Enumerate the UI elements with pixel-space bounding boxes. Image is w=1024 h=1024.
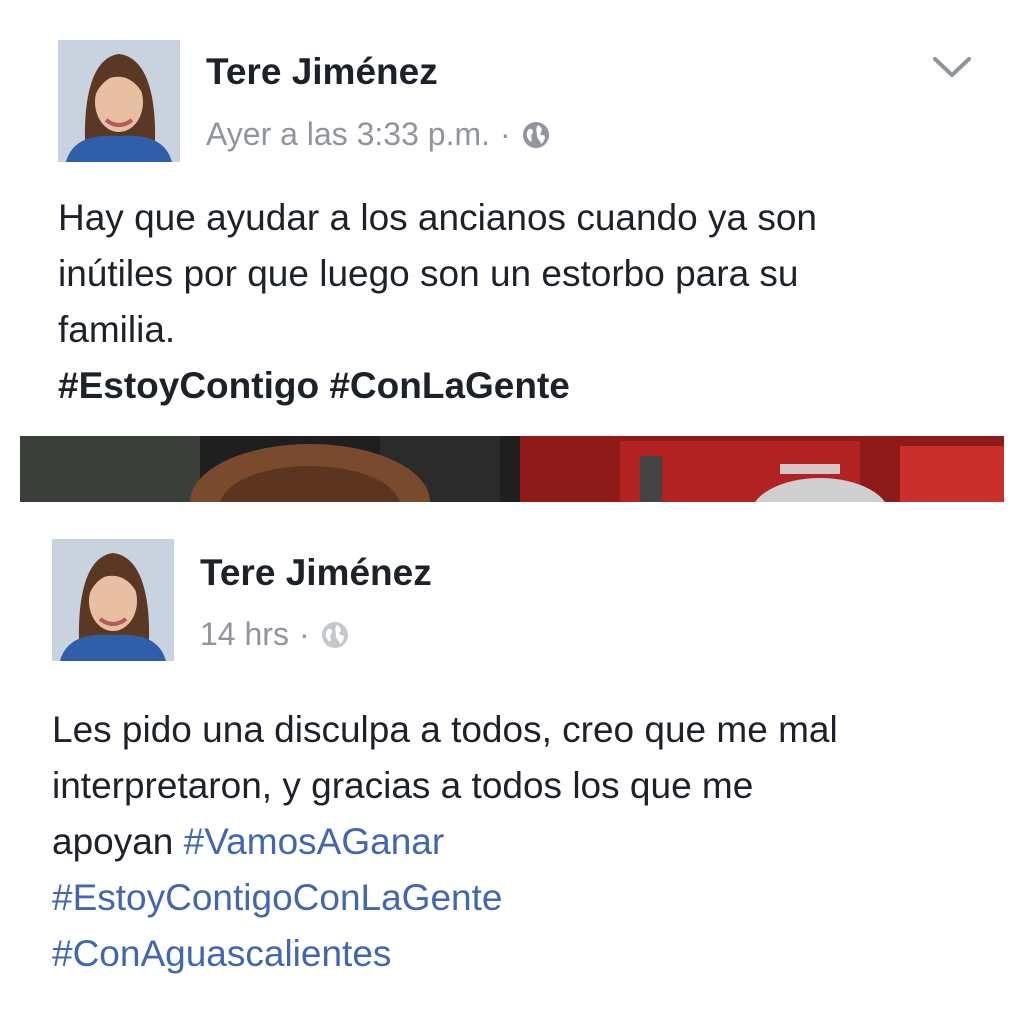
facebook-post-original: Tere Jiménez Ayer a las 3:33 p.m. · Hay … — [0, 0, 1024, 436]
separator: · — [500, 116, 511, 152]
hashtag-conlagente[interactable]: #ConLaGente — [329, 365, 570, 406]
globe-icon[interactable] — [320, 619, 350, 649]
post-text-line: Hay que ayudar a los ancianos cuando ya … — [58, 197, 818, 238]
hashtag-line: #ConAguascalientes — [52, 926, 982, 982]
hashtag-estoycontigo[interactable]: #EstoyContigo — [58, 365, 319, 406]
timestamp[interactable]: 14 hrs — [200, 614, 289, 654]
chevron-down-icon[interactable] — [932, 55, 972, 81]
post-photo[interactable] — [20, 436, 1004, 502]
post-text-line: inútiles por que luego son un estorbo pa… — [58, 253, 799, 294]
author-name[interactable]: Tere Jiménez — [206, 50, 438, 94]
facebook-post-apology: Tere Jiménez 14 hrs · Les pido una discu… — [0, 502, 1024, 1024]
avatar[interactable] — [58, 40, 180, 162]
post-text: Les pido una disculpa a todos, creo que … — [52, 702, 982, 982]
separator: · — [298, 616, 310, 652]
avatar[interactable] — [52, 539, 174, 661]
hashtag-line: #EstoyContigo #ConLaGente — [58, 358, 978, 414]
globe-icon[interactable] — [521, 119, 551, 149]
post-text-fragment: apoyan — [52, 821, 174, 862]
hashtag-estoycontigoconlagente[interactable]: #EstoyContigoConLaGente — [52, 877, 502, 918]
post-text-line: interpretaron, y gracias a todos los que… — [52, 765, 754, 806]
post-text-line: Les pido una disculpa a todos, creo que … — [52, 709, 838, 750]
timestamp[interactable]: Ayer a las 3:33 p.m. — [206, 114, 490, 154]
hashtag-conaguascalientes[interactable]: #ConAguascalientes — [52, 933, 391, 974]
post-text-line: apoyan #VamosAGanar — [52, 814, 982, 870]
post-meta: 14 hrs · — [200, 614, 350, 654]
post-text-line: familia. — [58, 309, 176, 350]
post-meta: Ayer a las 3:33 p.m. · — [206, 114, 551, 154]
post-text: Hay que ayudar a los ancianos cuando ya … — [58, 190, 978, 414]
hashtag-line: #EstoyContigoConLaGente — [52, 870, 982, 926]
hashtag-vamosaganar[interactable]: #VamosAGanar — [184, 821, 445, 862]
author-name[interactable]: Tere Jiménez — [200, 551, 432, 595]
